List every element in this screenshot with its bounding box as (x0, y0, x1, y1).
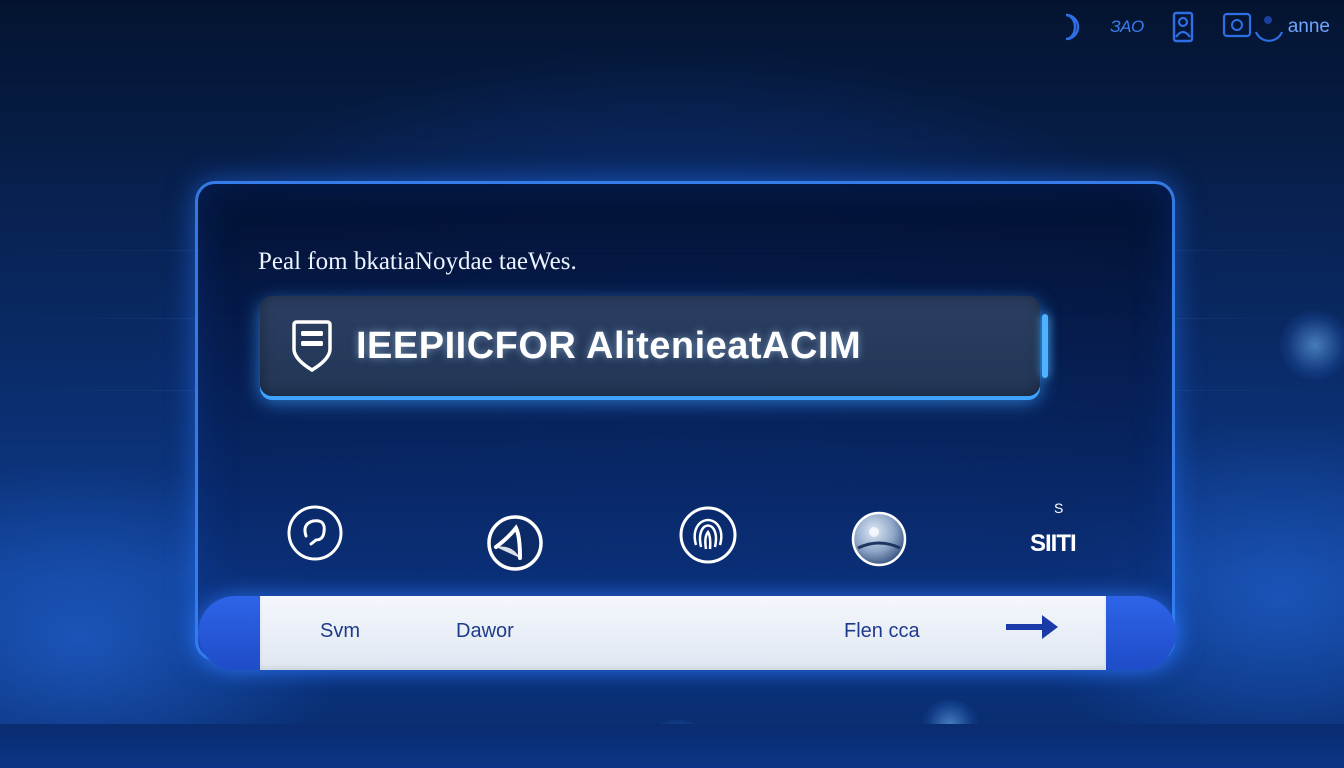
sim-button[interactable]: Svm (320, 620, 360, 643)
auth-panel: Peal fom bkatiaNoydae taeWes. IEEPIICFOR… (195, 181, 1175, 661)
profile-badge-icon (1222, 12, 1283, 42)
shield-icon (290, 319, 334, 373)
user-name: anne (1287, 16, 1330, 37)
background-bokeh (1280, 310, 1344, 380)
status-text: ЗAO (1110, 17, 1144, 36)
face-id-icon[interactable] (285, 503, 345, 563)
arrow-right-icon[interactable] (1004, 612, 1060, 642)
continue-button[interactable]: Flen cca (844, 620, 920, 643)
sim-mark: S (1054, 500, 1064, 516)
fingerprint-icon[interactable] (678, 505, 738, 565)
panel-subtitle: Peal fom bkatiaNoydae taeWes. (258, 248, 577, 275)
background-floor (0, 724, 1344, 768)
dawor-button[interactable]: Dawor (456, 620, 514, 643)
auth-title: IEEPIICFOR AlitenieatACIM (356, 324, 862, 367)
voice-icon[interactable] (485, 513, 545, 573)
moon-icon[interactable] (1058, 12, 1084, 42)
iris-icon[interactable] (849, 509, 909, 569)
auth-banner[interactable]: IEEPIICFOR AlitenieatACIM (260, 296, 1048, 396)
action-bar: Svm Dawor Flen cca (198, 596, 1176, 670)
sim-method-label[interactable]: SIITI (1030, 530, 1077, 558)
action-bar-inner: Svm Dawor Flen cca (260, 596, 1106, 670)
status-bar: ЗAO anne (1058, 10, 1330, 44)
user-profile[interactable]: anne (1222, 10, 1330, 44)
person-icon[interactable] (1170, 11, 1196, 43)
